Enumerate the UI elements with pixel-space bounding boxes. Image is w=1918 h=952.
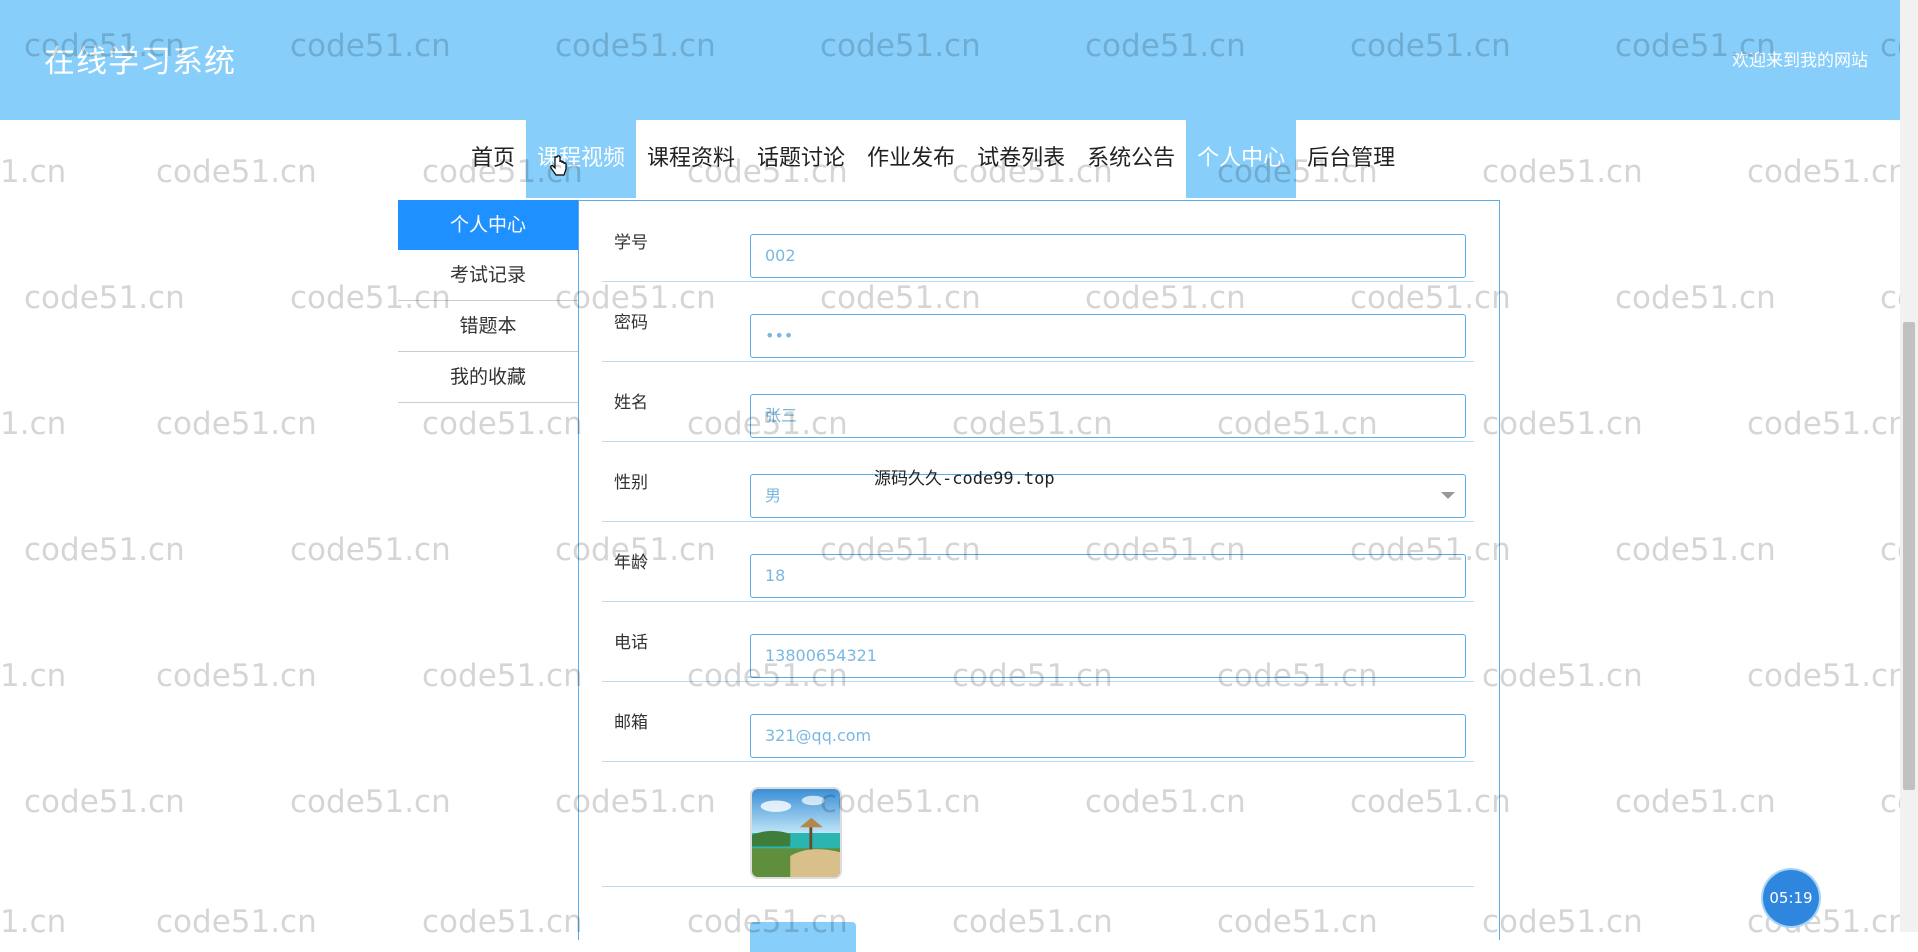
watermark: code51.cn bbox=[1747, 658, 1908, 694]
nav-course-video[interactable]: 课程视频 bbox=[526, 120, 637, 198]
watermark: code51.cn bbox=[422, 904, 583, 940]
watermark: code51.cn bbox=[422, 406, 583, 442]
watermark: code51.cn bbox=[290, 532, 451, 568]
welcome-text: 欢迎来到我的网站 bbox=[1732, 51, 1868, 71]
label-password: 密码 bbox=[614, 313, 648, 333]
nav-homework[interactable]: 作业发布 bbox=[856, 120, 966, 198]
nav-personal-center[interactable]: 个人中心 bbox=[1186, 120, 1297, 198]
site-title[interactable]: 在线学习系统 bbox=[44, 36, 236, 81]
password-input[interactable]: ••• bbox=[750, 314, 1466, 358]
watermark: code51.cn bbox=[156, 154, 317, 190]
side-item-personal-center[interactable]: 个人中心 bbox=[398, 200, 578, 250]
watermark: code51.cn bbox=[1482, 406, 1643, 442]
watermark: code51.cn bbox=[156, 904, 317, 940]
nav-topic-discussion[interactable]: 话题讨论 bbox=[746, 120, 856, 198]
label-student-id: 学号 bbox=[614, 233, 648, 253]
form-row-name: 姓名 张三 bbox=[602, 361, 1474, 442]
label-age: 年龄 bbox=[614, 553, 648, 573]
gender-select-value: 男 bbox=[765, 486, 782, 505]
age-input[interactable]: 18 bbox=[750, 554, 1466, 598]
form-row-age: 年龄 18 bbox=[602, 521, 1474, 602]
watermark: code51.cn bbox=[1615, 784, 1776, 820]
label-gender: 性别 bbox=[614, 473, 648, 493]
watermark: code51.cn bbox=[1482, 904, 1643, 940]
avatar-image[interactable] bbox=[750, 787, 842, 879]
form-row-email: 邮箱 321@qq.com bbox=[602, 681, 1474, 762]
label-name: 姓名 bbox=[614, 393, 648, 413]
form-row-password: 密码 ••• bbox=[602, 281, 1474, 362]
nav-exam-list[interactable]: 试卷列表 bbox=[966, 120, 1076, 198]
chevron-down-icon bbox=[1441, 492, 1455, 499]
gender-select[interactable]: 男 bbox=[750, 474, 1466, 518]
phone-input[interactable]: 13800654321 bbox=[750, 634, 1466, 678]
page-scrollbar[interactable] bbox=[1900, 0, 1918, 932]
profile-form: 学号 002 密码 ••• 姓名 张三 性别 男 年龄 18 电话 138006… bbox=[578, 200, 1500, 952]
watermark: code51.cn bbox=[422, 658, 583, 694]
main-nav: 首页 课程视频 课程资料 话题讨论 作业发布 试卷列表 系统公告 个人中心 后台… bbox=[460, 120, 1406, 198]
email-input[interactable]: 321@qq.com bbox=[750, 714, 1466, 758]
watermark: code51.cn bbox=[1482, 658, 1643, 694]
hand-cursor-icon bbox=[550, 155, 567, 176]
form-row-student-id: 学号 002 bbox=[602, 201, 1474, 282]
watermark: code51.cn bbox=[290, 784, 451, 820]
nav-course-materials[interactable]: 课程资料 bbox=[636, 120, 746, 198]
label-email: 邮箱 bbox=[614, 713, 648, 733]
label-phone: 电话 bbox=[614, 633, 648, 653]
nav-announcements[interactable]: 系统公告 bbox=[1076, 120, 1186, 198]
code99-watermark: 源码久久-code99.top bbox=[874, 469, 1055, 489]
watermark: code51.cn bbox=[1615, 280, 1776, 316]
side-menu: 个人中心 考试记录 错题本 我的收藏 bbox=[398, 200, 578, 403]
side-item-wrong-questions[interactable]: 错题本 bbox=[398, 301, 578, 352]
watermark: code51.cn bbox=[156, 658, 317, 694]
submit-button[interactable] bbox=[750, 922, 856, 952]
watermark: 1.cn bbox=[0, 658, 67, 694]
watermark: code51.cn bbox=[24, 280, 185, 316]
scrollbar-thumb[interactable] bbox=[1903, 322, 1915, 790]
watermark: 1.cn bbox=[0, 904, 67, 940]
watermark: code51.cn bbox=[1615, 532, 1776, 568]
student-id-input[interactable]: 002 bbox=[750, 234, 1466, 278]
form-row-avatar bbox=[602, 761, 1474, 887]
watermark: code51.cn bbox=[1747, 406, 1908, 442]
side-item-exam-records[interactable]: 考试记录 bbox=[398, 250, 578, 301]
watermark: 1.cn bbox=[0, 406, 67, 442]
nav-admin[interactable]: 后台管理 bbox=[1296, 120, 1406, 198]
watermark: 1.cn bbox=[0, 154, 67, 190]
watermark: code51.cn bbox=[1482, 154, 1643, 190]
name-input[interactable]: 张三 bbox=[750, 394, 1466, 438]
site-header: 在线学习系统 欢迎来到我的网站 bbox=[0, 0, 1900, 120]
nav-home[interactable]: 首页 bbox=[460, 120, 526, 198]
watermark: code51.cn bbox=[156, 406, 317, 442]
side-item-favorites[interactable]: 我的收藏 bbox=[398, 352, 578, 403]
form-row-phone: 电话 13800654321 bbox=[602, 601, 1474, 682]
watermark: code51.cn bbox=[1747, 154, 1908, 190]
watermark: code51.cn bbox=[24, 784, 185, 820]
watermark: code51.cn bbox=[24, 532, 185, 568]
timer-badge[interactable]: 05:19 bbox=[1763, 870, 1819, 926]
